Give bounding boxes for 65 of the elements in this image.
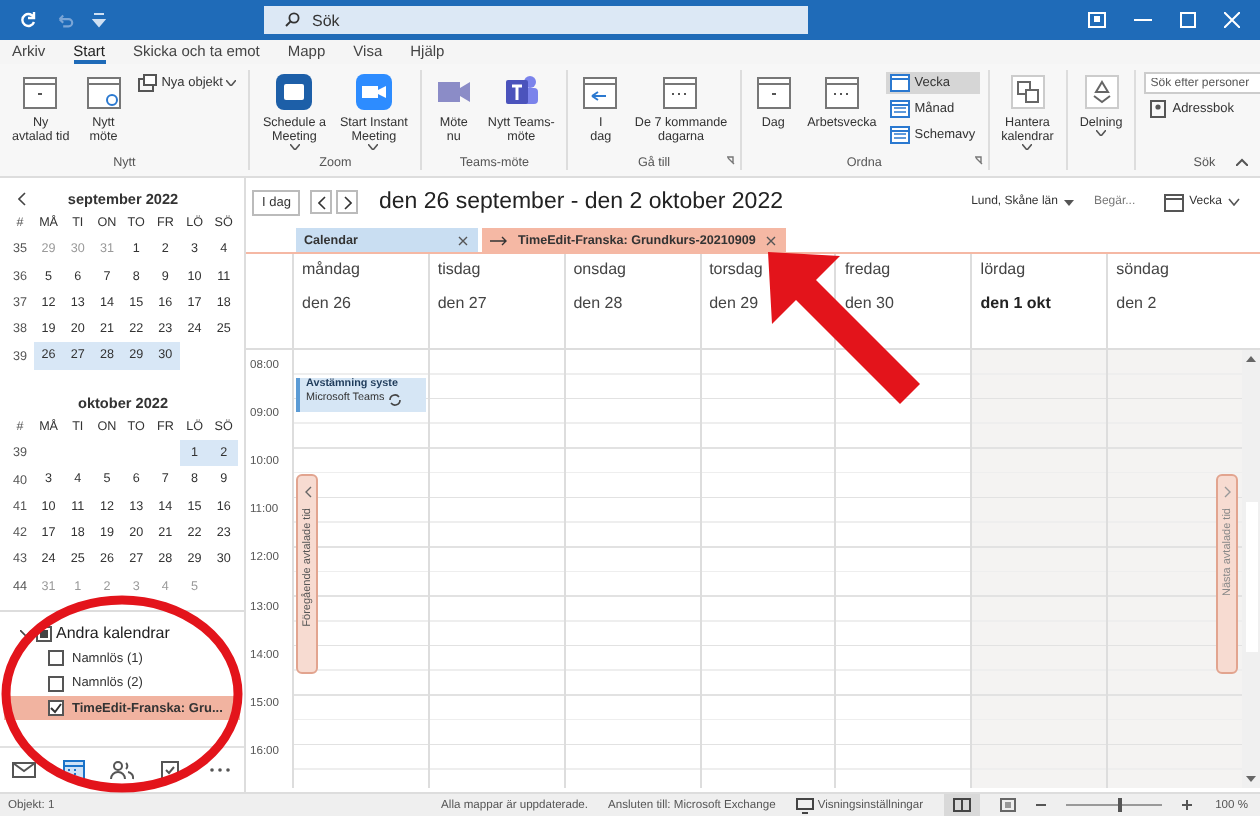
calendar-person-icon	[83, 72, 124, 112]
day-date: den 29	[709, 294, 761, 312]
customize-icon[interactable]	[92, 12, 106, 28]
weekday-name: lördag	[980, 260, 1028, 278]
calendar-grid-icon	[890, 126, 911, 144]
day-date: den 30	[844, 294, 896, 312]
checklist-icon[interactable]	[158, 760, 183, 780]
caret-icon	[368, 144, 379, 150]
zoom-out-icon[interactable]	[1035, 800, 1046, 810]
weekday-name: måndag	[302, 260, 362, 278]
tablet-icon[interactable]	[1088, 12, 1106, 28]
calendars-icon	[1007, 72, 1048, 112]
calendar-grid-icon	[890, 100, 911, 118]
chevron-left-icon	[303, 486, 311, 498]
normal-view-icon[interactable]	[943, 794, 980, 816]
day-date: den 2	[1116, 294, 1159, 312]
display-icon	[795, 797, 814, 813]
calendar-group-label[interactable]: Andra kalendrar	[56, 624, 170, 643]
checkbox[interactable]	[48, 700, 64, 717]
caret-icon	[1096, 130, 1107, 136]
next-button[interactable]	[336, 190, 359, 214]
video-camera-icon	[353, 72, 394, 112]
scroll-up-icon[interactable]	[1246, 356, 1257, 362]
day-date: den 27	[437, 294, 489, 312]
previous-button[interactable]	[310, 190, 333, 214]
sync-icon[interactable]	[18, 10, 38, 30]
scroll-down-icon[interactable]	[1246, 776, 1257, 782]
expand-icon[interactable]	[20, 629, 32, 638]
caret-icon	[1228, 198, 1240, 206]
collapse-ribbon-icon[interactable]	[1236, 158, 1248, 166]
caret-icon	[1063, 199, 1074, 205]
chevron-left-icon	[317, 195, 326, 209]
checkbox[interactable]	[48, 650, 64, 667]
search-field[interactable]: Sök	[264, 6, 808, 34]
people-icon[interactable]	[109, 760, 134, 780]
caret-icon	[226, 80, 237, 86]
day-date: den 1 okt	[980, 294, 1053, 312]
weekday-name: tisdag	[437, 260, 483, 278]
search-icon	[284, 12, 300, 28]
zoom-in-icon[interactable]	[1181, 800, 1192, 810]
weekday-name: fredag	[844, 260, 893, 278]
new-items-icon	[137, 74, 158, 92]
chevron-right-icon	[343, 195, 352, 209]
day-date: den 26	[302, 294, 353, 312]
mail-icon[interactable]	[12, 760, 37, 780]
address-book-icon	[1148, 100, 1169, 118]
dialog-launcher-icon[interactable]	[725, 156, 736, 166]
close-icon[interactable]	[765, 235, 776, 245]
chevron-right-icon	[1223, 486, 1231, 498]
close-icon[interactable]	[458, 235, 468, 245]
checkbox[interactable]	[48, 675, 64, 692]
day-date: den 28	[573, 294, 625, 312]
dialog-launcher-icon[interactable]	[973, 156, 984, 166]
weekday-name: torsdag	[709, 260, 765, 278]
weekday-name: onsdag	[573, 260, 628, 278]
reading-view-icon[interactable]	[999, 798, 1016, 812]
previous-month-icon[interactable]	[18, 192, 26, 206]
caret-icon	[1022, 144, 1033, 150]
scrollbar[interactable]	[1242, 350, 1260, 788]
caret-icon	[289, 144, 300, 150]
maximize-icon[interactable]	[1180, 12, 1196, 28]
weekday-name: söndag	[1116, 260, 1171, 278]
share-icon	[1081, 72, 1122, 112]
date-range-title: den 26 september - den 2 oktober 2022	[378, 190, 783, 214]
arrow-right-icon	[490, 235, 508, 245]
